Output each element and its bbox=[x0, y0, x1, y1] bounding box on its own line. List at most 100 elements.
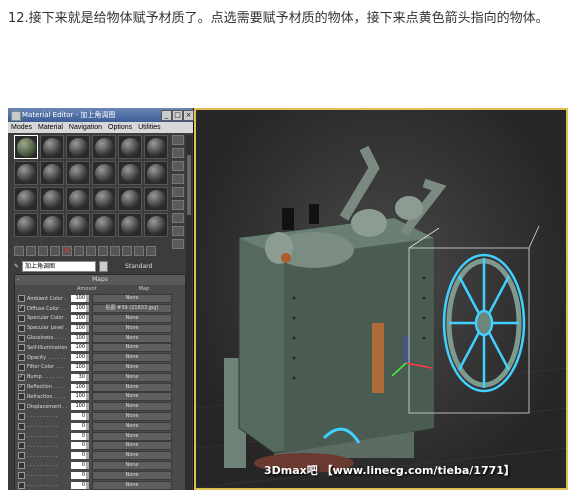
spinner-icon[interactable] bbox=[86, 334, 89, 342]
map-amount-field[interactable]: 100 bbox=[71, 363, 86, 371]
map-button[interactable]: None bbox=[92, 392, 172, 402]
sample-slot[interactable] bbox=[40, 161, 64, 185]
map-enable-checkbox[interactable]: ✓ bbox=[18, 383, 25, 391]
spinner-icon[interactable] bbox=[86, 314, 89, 322]
sample-slot[interactable] bbox=[118, 213, 142, 237]
map-amount-field[interactable]: 100 bbox=[71, 295, 86, 303]
map-button[interactable]: None bbox=[92, 382, 172, 392]
map-button[interactable]: None bbox=[92, 343, 172, 353]
sample-slot[interactable] bbox=[40, 187, 64, 211]
spinner-icon[interactable] bbox=[86, 481, 89, 489]
sample-slot[interactable] bbox=[40, 213, 64, 237]
sample-slot[interactable] bbox=[14, 161, 38, 185]
map-button[interactable]: None bbox=[92, 411, 172, 421]
sample-slot[interactable] bbox=[14, 135, 38, 159]
select-by-material-icon[interactable] bbox=[172, 226, 184, 236]
video-color-check-icon[interactable] bbox=[172, 187, 184, 197]
map-amount-field[interactable]: 100 bbox=[71, 354, 86, 362]
map-enable-checkbox[interactable] bbox=[18, 432, 25, 440]
map-amount-field[interactable]: 100 bbox=[71, 383, 86, 391]
get-material-icon[interactable] bbox=[14, 246, 24, 256]
reset-map-icon[interactable] bbox=[50, 246, 60, 256]
map-enable-checkbox[interactable] bbox=[18, 422, 25, 430]
menu-material[interactable]: Material bbox=[38, 122, 63, 133]
go-forward-icon[interactable] bbox=[146, 246, 156, 256]
spinner-icon[interactable] bbox=[86, 363, 89, 371]
spinner-icon[interactable] bbox=[86, 452, 89, 460]
sample-slot[interactable] bbox=[92, 213, 116, 237]
map-button[interactable]: None bbox=[92, 372, 172, 382]
sample-slot[interactable] bbox=[118, 187, 142, 211]
map-button[interactable]: None bbox=[92, 294, 172, 304]
map-button[interactable]: None bbox=[92, 323, 172, 333]
map-amount-field[interactable]: 100 bbox=[71, 344, 86, 352]
map-button[interactable]: None bbox=[92, 470, 172, 480]
menu-utilities[interactable]: Utilities bbox=[138, 122, 161, 133]
map-enable-checkbox[interactable] bbox=[18, 403, 25, 411]
minimize-icon[interactable]: _ bbox=[161, 110, 172, 121]
map-amount-field[interactable]: 100 bbox=[71, 324, 86, 332]
put-to-scene-icon[interactable] bbox=[26, 246, 36, 256]
map-amount-field[interactable]: 0 bbox=[71, 412, 86, 420]
maximize-icon[interactable]: □ bbox=[172, 110, 183, 121]
sample-slot[interactable] bbox=[66, 135, 90, 159]
map-amount-field[interactable]: 30 bbox=[71, 373, 86, 381]
spinner-icon[interactable] bbox=[86, 403, 89, 411]
map-enable-checkbox[interactable] bbox=[18, 442, 25, 450]
map-enable-checkbox[interactable] bbox=[18, 471, 25, 479]
map-amount-field[interactable]: 100 bbox=[71, 403, 86, 411]
map-button[interactable]: None bbox=[92, 431, 172, 441]
spinner-icon[interactable] bbox=[86, 412, 89, 420]
map-enable-checkbox[interactable] bbox=[18, 344, 25, 352]
collapse-icon[interactable]: - bbox=[17, 275, 19, 285]
make-unique-icon[interactable] bbox=[74, 246, 84, 256]
spinner-icon[interactable] bbox=[86, 344, 89, 352]
map-enable-checkbox[interactable] bbox=[18, 334, 25, 342]
map-button[interactable]: None bbox=[92, 421, 172, 431]
map-button[interactable]: None bbox=[92, 353, 172, 363]
spinner-icon[interactable] bbox=[86, 383, 89, 391]
map-amount-field[interactable]: 0 bbox=[71, 442, 86, 450]
map-enable-checkbox[interactable] bbox=[18, 481, 25, 489]
map-button[interactable]: None bbox=[92, 333, 172, 343]
map-enable-checkbox[interactable] bbox=[18, 363, 25, 371]
map-amount-field[interactable]: 100 bbox=[71, 393, 86, 401]
viewport[interactable]: 3Dmax吧 【www.linecg.com/tieba/1771】 bbox=[193, 108, 568, 490]
map-enable-checkbox[interactable] bbox=[18, 324, 25, 332]
map-button[interactable]: None bbox=[92, 480, 172, 490]
eyedropper-icon[interactable]: ✎ bbox=[14, 263, 19, 270]
map-amount-field[interactable]: 0 bbox=[71, 422, 86, 430]
sample-slot[interactable] bbox=[118, 135, 142, 159]
spinner-icon[interactable] bbox=[86, 354, 89, 362]
chevron-down-icon[interactable] bbox=[99, 260, 109, 272]
maps-rollout-header[interactable]: - Maps bbox=[15, 275, 185, 285]
spinner-icon[interactable] bbox=[86, 422, 89, 430]
map-enable-checkbox[interactable] bbox=[18, 461, 25, 469]
spinner-icon[interactable] bbox=[86, 442, 89, 450]
map-amount-field[interactable]: 0 bbox=[71, 452, 86, 460]
map-amount-field[interactable]: 0 bbox=[71, 432, 86, 440]
map-button[interactable]: None bbox=[92, 313, 172, 323]
sample-slot[interactable] bbox=[92, 187, 116, 211]
sample-slot[interactable] bbox=[144, 161, 168, 185]
go-to-parent-icon[interactable] bbox=[134, 246, 144, 256]
map-enable-checkbox[interactable] bbox=[18, 452, 25, 460]
spinner-icon[interactable] bbox=[86, 373, 89, 381]
sample-slot[interactable] bbox=[66, 161, 90, 185]
material-id-icon[interactable] bbox=[98, 246, 108, 256]
map-amount-field[interactable]: 0 bbox=[71, 461, 86, 469]
map-button[interactable]: None bbox=[92, 451, 172, 461]
map-amount-field[interactable]: 100 bbox=[71, 305, 86, 313]
map-enable-checkbox[interactable] bbox=[18, 354, 25, 362]
sample-slot[interactable] bbox=[92, 161, 116, 185]
menu-modes[interactable]: Modes bbox=[11, 122, 32, 133]
put-to-library-icon[interactable] bbox=[86, 246, 96, 256]
close-icon[interactable]: × bbox=[183, 110, 194, 121]
make-preview-icon[interactable] bbox=[172, 200, 184, 210]
sample-slot[interactable] bbox=[14, 187, 38, 211]
spinner-icon[interactable] bbox=[86, 432, 89, 440]
show-end-result-icon[interactable] bbox=[122, 246, 132, 256]
sample-slot[interactable] bbox=[92, 135, 116, 159]
map-enable-checkbox[interactable] bbox=[18, 295, 25, 303]
sample-slot[interactable] bbox=[144, 213, 168, 237]
